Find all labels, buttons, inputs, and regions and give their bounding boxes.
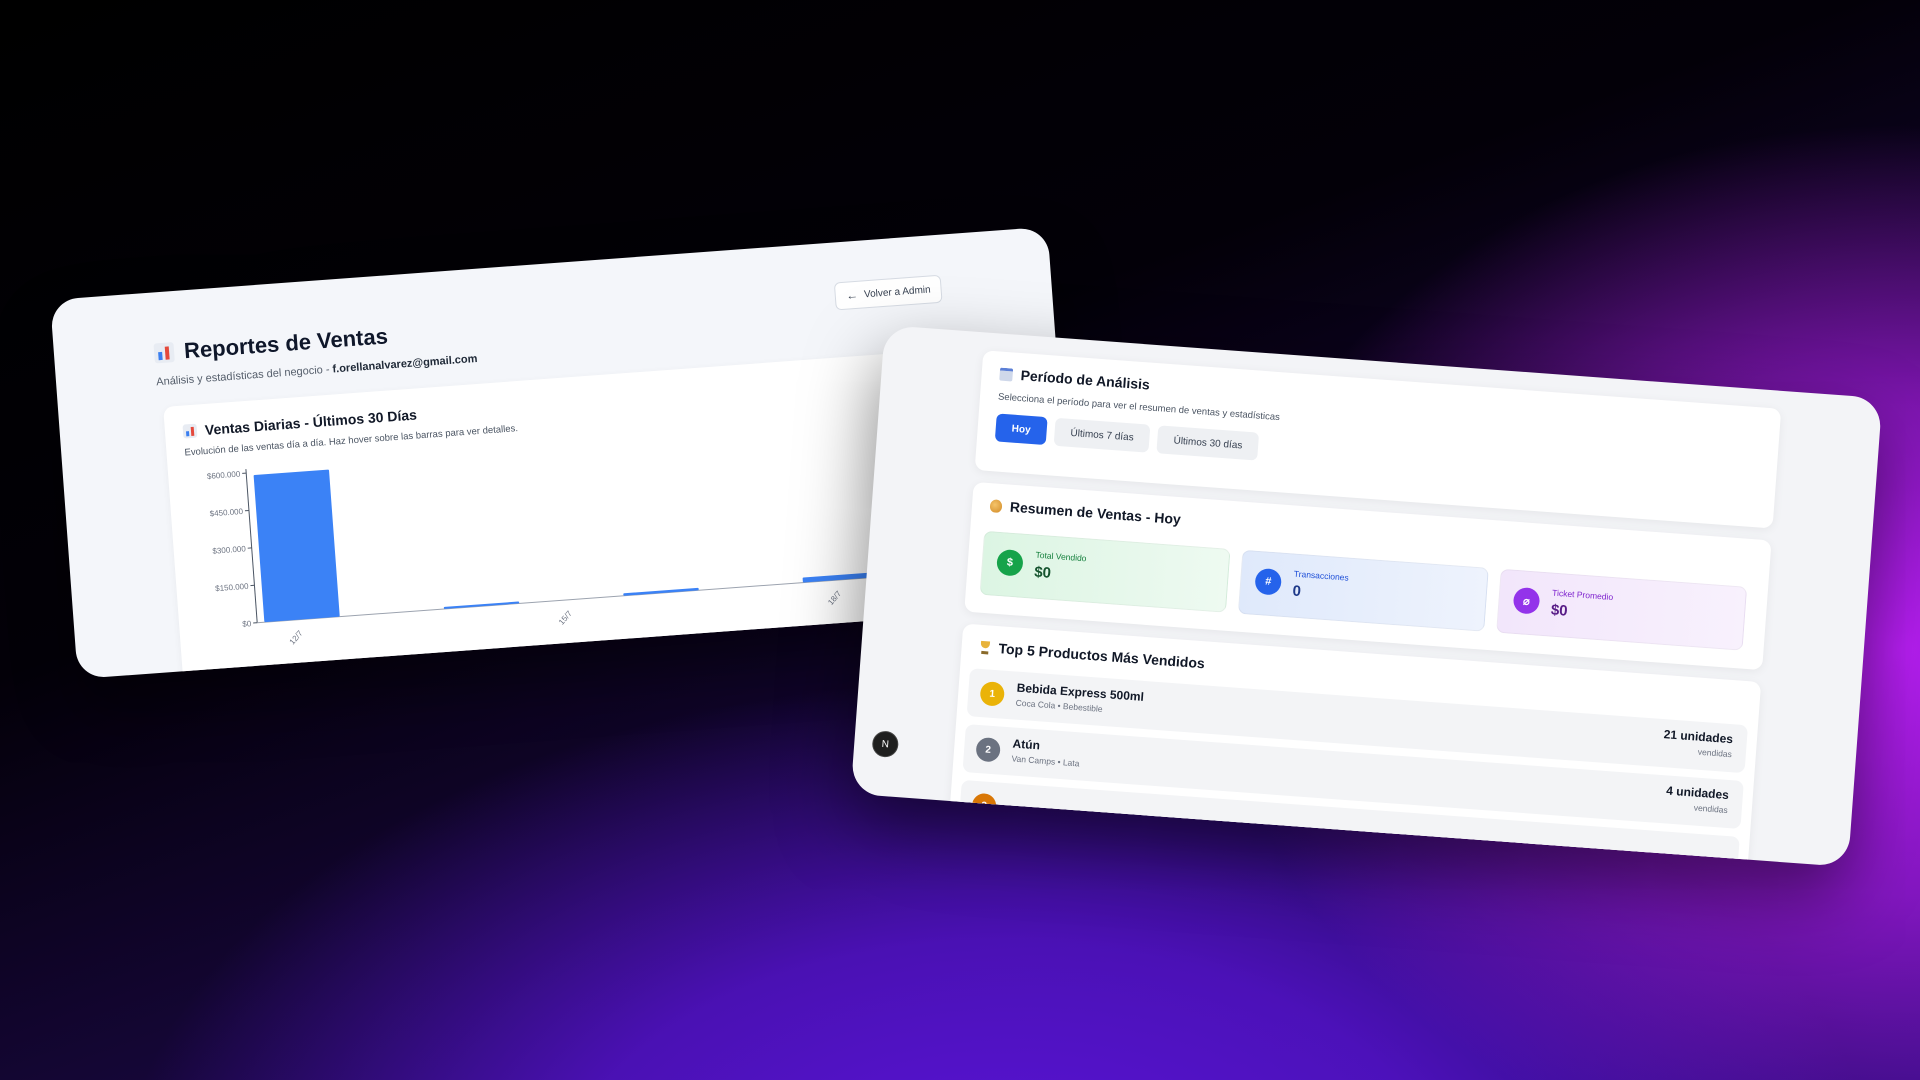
stat-value: 0 <box>1291 582 1302 601</box>
period-7-days-button[interactable]: Últimos 7 días <box>1053 417 1151 453</box>
period-selector: Hoy Últimos 7 días Últimos 30 días <box>994 413 1260 461</box>
back-button-label: Volver a Admin <box>863 283 931 300</box>
top-products-header: Top 5 Productos Más Vendidos <box>979 639 1205 671</box>
product-quantity: 4 unidades <box>1665 783 1730 803</box>
reports-header: Reportes de Ventas <box>153 323 389 366</box>
page-title: Reportes de Ventas <box>183 323 389 364</box>
product-name: Atún <box>1012 736 1041 753</box>
chart-bar <box>253 469 340 623</box>
nextjs-badge[interactable]: N <box>871 730 900 759</box>
product-unit: vendidas <box>1697 746 1733 760</box>
hash-icon: # <box>1254 567 1283 596</box>
y-tick-label: $0 <box>242 619 252 629</box>
back-to-admin-button[interactable]: ← Volver a Admin <box>834 274 943 311</box>
period-today-button[interactable]: Hoy <box>994 413 1048 446</box>
y-tick-label: $450.000 <box>209 507 243 518</box>
y-tick-label: $600.000 <box>207 470 241 481</box>
average-icon: ⌀ <box>1512 586 1541 615</box>
dollar-icon: $ <box>996 548 1024 577</box>
product-detail: Van Camps • Lata <box>1011 753 1080 769</box>
period-header: Período de Análisis <box>999 366 1150 393</box>
stat-total-sold: $ Total Vendido $0 <box>979 530 1231 613</box>
calendar-icon <box>999 367 1014 381</box>
bar-chart-icon <box>182 423 198 439</box>
y-tick-label: $300.000 <box>212 544 246 555</box>
stat-value: $0 <box>1550 601 1569 620</box>
subtitle-text: Análisis y estadísticas del negocio - <box>155 363 333 389</box>
chart-bar <box>443 601 520 609</box>
arrow-left-icon: ← <box>845 287 859 303</box>
chart-bar <box>623 587 699 596</box>
stat-value: $0 <box>1033 563 1052 582</box>
rank-badge: 1 <box>979 681 1006 707</box>
rank-badge: 2 <box>975 736 1002 763</box>
trophy-icon <box>979 640 991 654</box>
stat-label: Ticket Promedio <box>1551 587 1614 603</box>
summary-header: Resumen de Ventas - Hoy <box>989 497 1182 528</box>
money-bag-icon <box>989 498 1003 513</box>
rank-badge: 3 <box>971 792 997 819</box>
product-unit: vendidas <box>1693 802 1729 816</box>
bar-chart-icon <box>153 342 175 364</box>
user-email: f.orellanalvarez@gmail.com <box>332 352 478 376</box>
top-products-title: Top 5 Productos Más Vendidos <box>998 640 1206 672</box>
stat-transactions: # Transacciones 0 <box>1237 549 1489 632</box>
stat-average-ticket: ⌀ Ticket Promedio $0 <box>1496 568 1748 651</box>
x-tick-label: 12/7 <box>288 628 305 646</box>
analysis-window: Período de Análisis Selecciona el períod… <box>850 325 1883 867</box>
stat-label: Total Vendido <box>1035 549 1087 564</box>
product-quantity: 21 unidades <box>1663 727 1734 747</box>
period-30-days-button[interactable]: Últimos 30 días <box>1156 425 1260 461</box>
y-tick-label: $150.000 <box>215 582 249 593</box>
x-tick-label: 15/7 <box>557 609 574 627</box>
stat-label: Transacciones <box>1293 568 1350 583</box>
period-title: Período de Análisis <box>1020 367 1151 393</box>
x-tick-label: 18/7 <box>826 589 843 607</box>
summary-title: Resumen de Ventas - Hoy <box>1009 498 1182 528</box>
